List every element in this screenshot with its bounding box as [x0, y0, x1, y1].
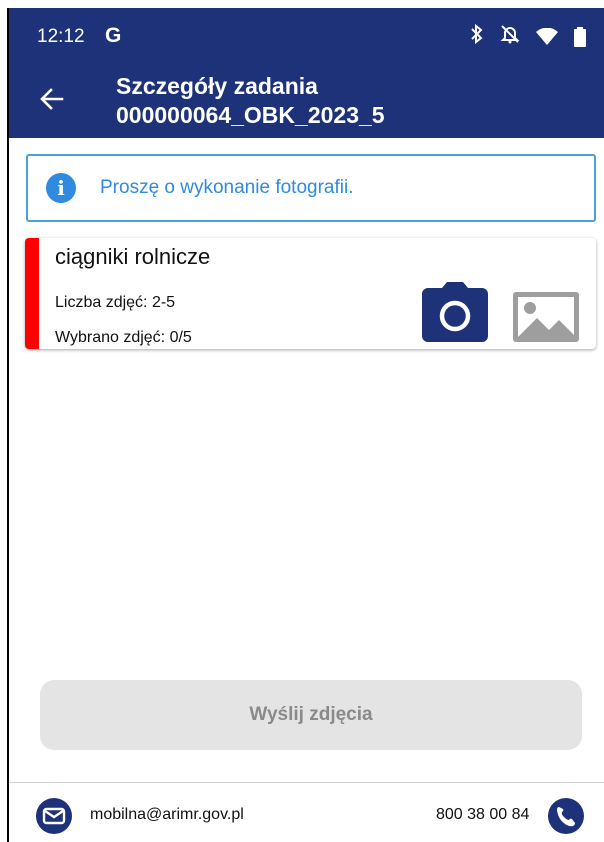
- camera-icon: [422, 282, 488, 342]
- info-banner: i Proszę o wykonanie fotografii.: [26, 154, 596, 222]
- arrow-left-icon: [40, 88, 64, 110]
- app-bar: 12:12 G Szczegóły zadania 000000064_OBK_…: [9, 8, 604, 138]
- page-title-line1: Szczegóły zadania: [116, 73, 318, 99]
- contact-email[interactable]: mobilna@arimr.gov.pl: [90, 806, 244, 824]
- phone-icon: [557, 807, 575, 827]
- category-title: ciągniki rolnicze: [55, 244, 211, 269]
- selected-photo-count: Wybrano zdjęć: 0/5: [55, 329, 192, 346]
- status-time: 12:12: [37, 26, 85, 47]
- photo-count-range: Liczba zdjęć: 2-5: [55, 294, 176, 311]
- info-message: Proszę o wykonanie fotografii.: [100, 177, 354, 198]
- pick-from-gallery-button[interactable]: [513, 292, 579, 342]
- mail-icon: [42, 807, 66, 825]
- email-button[interactable]: [36, 798, 72, 834]
- photo-category-card[interactable]: ciągniki rolnicze Liczba zdjęć: 2-5 Wybr…: [25, 238, 596, 349]
- wifi-icon: [536, 27, 558, 46]
- image-gallery-icon: [513, 292, 579, 342]
- take-photo-button[interactable]: [422, 282, 488, 342]
- status-indicator-bar: [25, 238, 39, 349]
- google-icon: G: [105, 24, 122, 47]
- contact-phone[interactable]: 800 38 00 84: [436, 806, 529, 824]
- back-button[interactable]: [37, 84, 67, 114]
- call-button[interactable]: [548, 798, 584, 834]
- status-icons: [470, 23, 586, 49]
- bluetooth-icon: [470, 23, 484, 49]
- footer-divider: [9, 782, 604, 783]
- status-bar: 12:12 G: [9, 8, 604, 58]
- send-photos-button[interactable]: Wyślij zdjęcia: [40, 680, 582, 750]
- info-icon: i: [46, 173, 76, 203]
- battery-icon: [574, 26, 586, 47]
- page-title: Szczegóły zadania 000000064_OBK_2023_5: [116, 72, 385, 130]
- notifications-off-icon: [500, 24, 520, 49]
- page-title-task-id: 000000064_OBK_2023_5: [116, 102, 385, 128]
